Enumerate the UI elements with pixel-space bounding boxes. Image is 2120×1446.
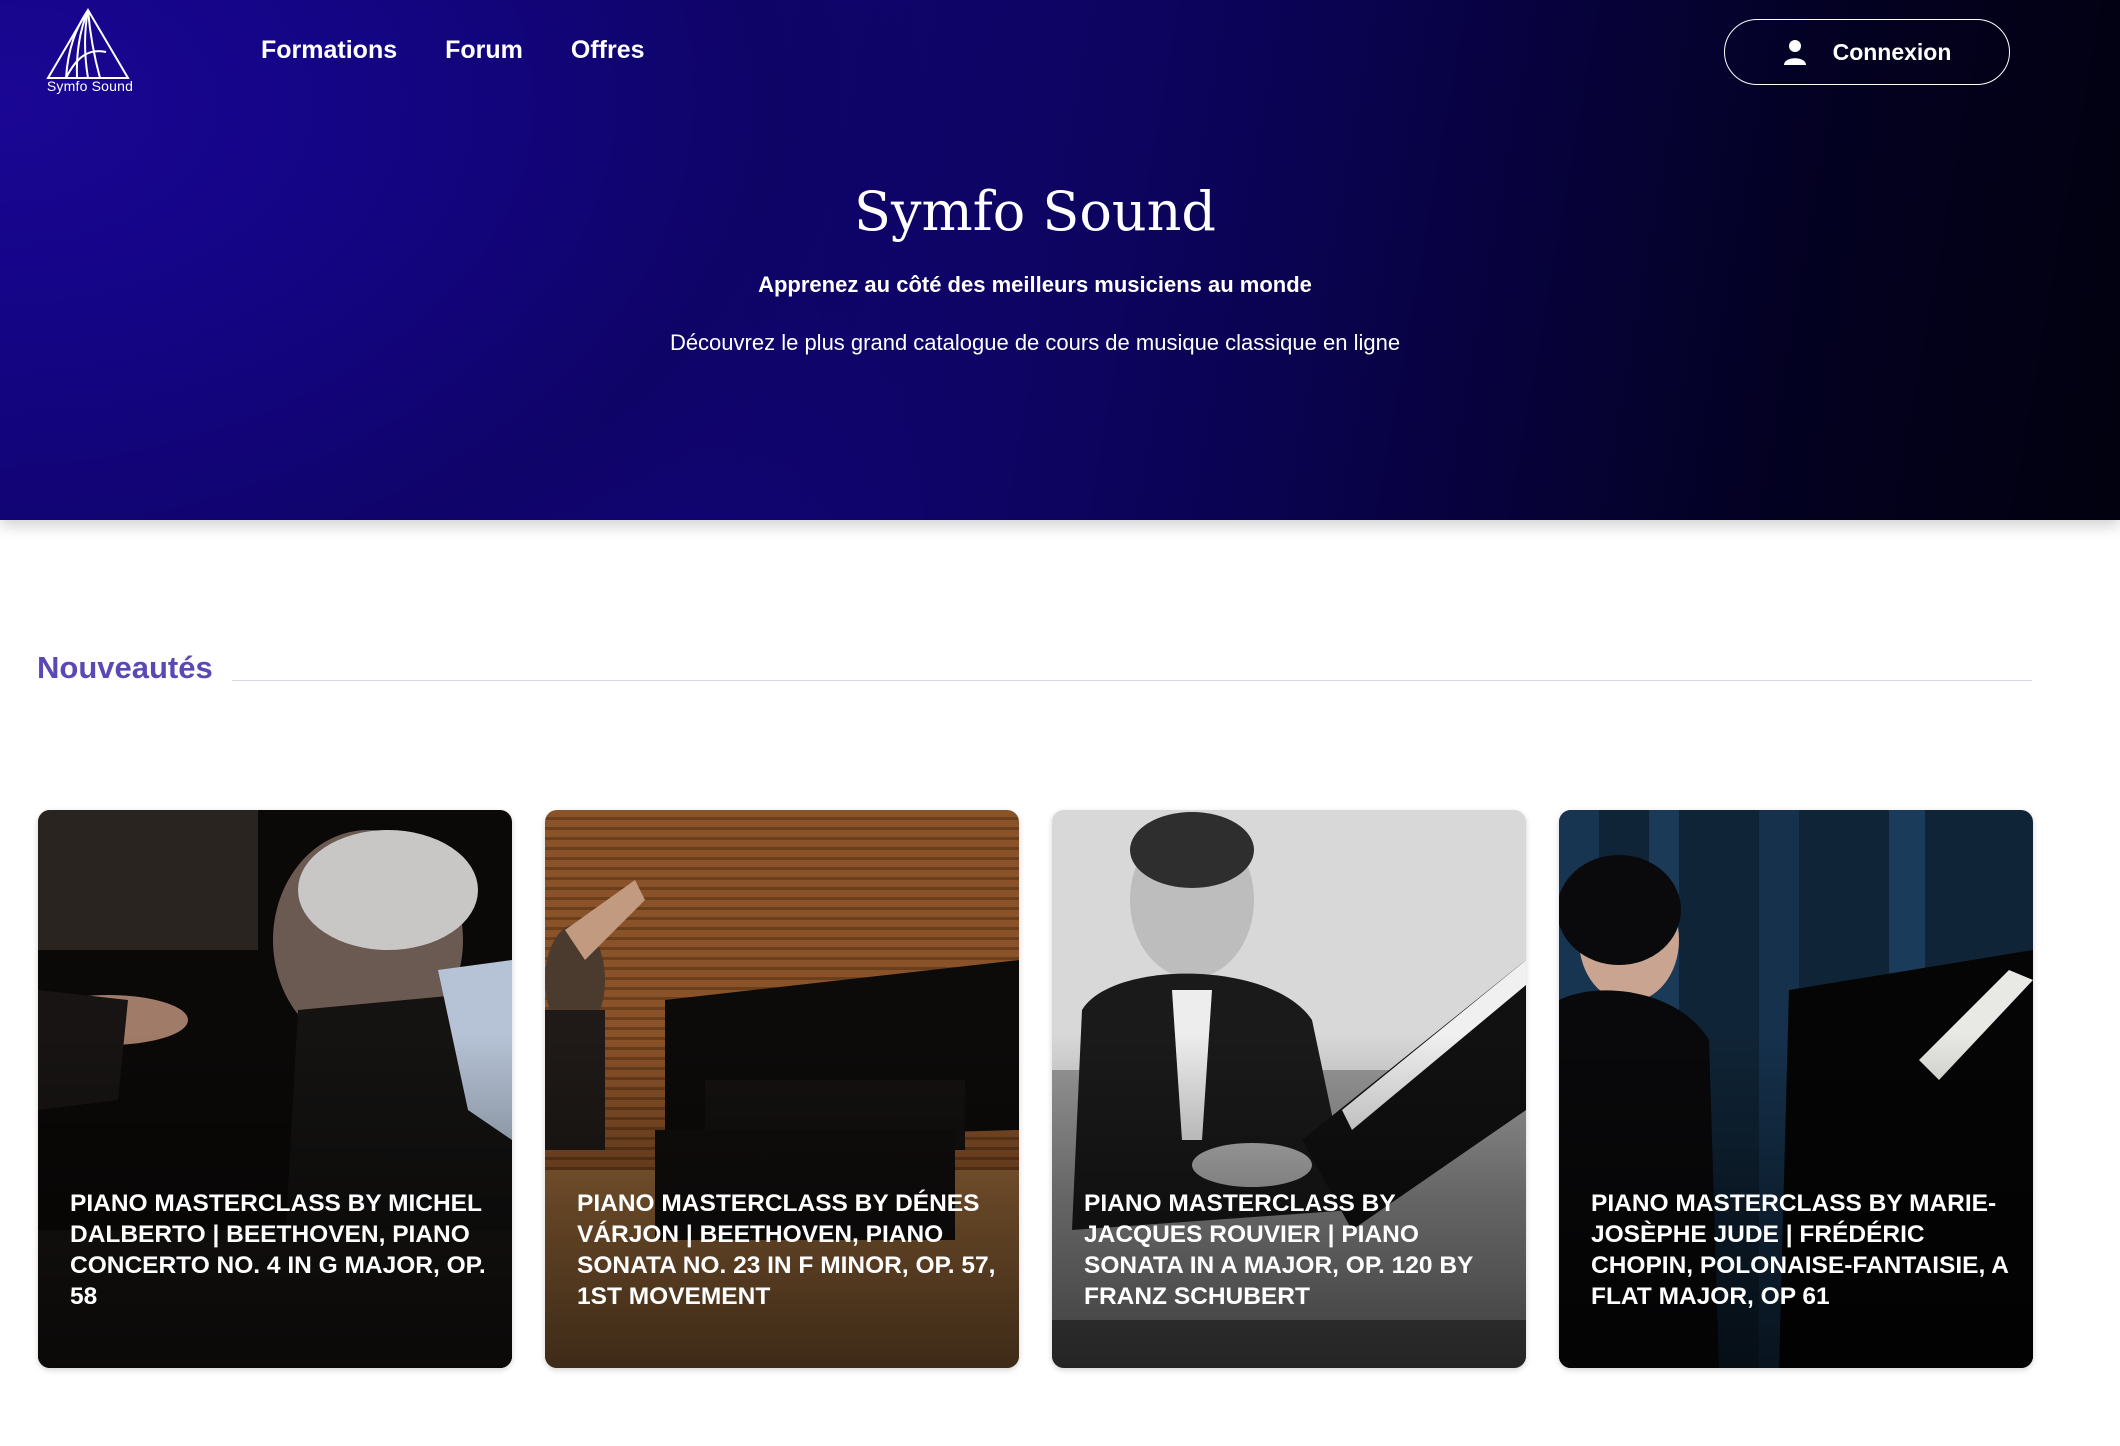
section-divider xyxy=(232,680,2032,681)
user-icon xyxy=(1783,39,1807,65)
course-card-title: PIANO MASTERCLASS BY MICHEL DALBERTO | B… xyxy=(70,1190,486,1310)
nav-offres[interactable]: Offres xyxy=(571,36,645,65)
hero-tagline: Découvrez le plus grand catalogue de cou… xyxy=(669,330,1401,355)
course-card-title: PIANO MASTERCLASS BY DÉNES VÁRJON | BEET… xyxy=(577,1190,996,1310)
brand-name: Symfo Sound xyxy=(46,78,134,94)
login-label: Connexion xyxy=(1832,38,1952,65)
hero-subtitle: Apprenez au côté des meilleurs musiciens… xyxy=(758,272,1312,297)
hero-title: Symfo Sound xyxy=(854,180,1216,243)
symfo-sound-logo-icon xyxy=(46,8,130,79)
login-button[interactable]: Connexion xyxy=(1724,19,2010,85)
main-nav: Formations Forum Offres xyxy=(261,36,645,65)
course-card[interactable]: PIANO MASTERCLASS BY MICHEL DALBERTO | B… xyxy=(38,810,512,1368)
course-card[interactable]: PIANO MASTERCLASS BY DÉNES VÁRJON | BEET… xyxy=(545,810,1019,1368)
course-card[interactable]: PIANO MASTERCLASS BY MARIE-JOSÈPHE JUDE … xyxy=(1559,810,2033,1368)
course-card-title: PIANO MASTERCLASS BY JACQUES ROUVIER | P… xyxy=(1084,1190,1473,1310)
hero-header: Symfo Sound Formations Forum Offres Conn… xyxy=(0,0,2120,520)
course-card[interactable]: PIANO MASTERCLASS BY JACQUES ROUVIER | P… xyxy=(1052,810,1526,1368)
section-title-nouveautes: Nouveautés xyxy=(37,650,213,685)
brand-logo[interactable]: Symfo Sound xyxy=(40,8,140,98)
nav-formations[interactable]: Formations xyxy=(261,36,397,65)
nav-forum[interactable]: Forum xyxy=(445,36,523,65)
course-card-title: PIANO MASTERCLASS BY MARIE-JOSÈPHE JUDE … xyxy=(1591,1190,2008,1310)
